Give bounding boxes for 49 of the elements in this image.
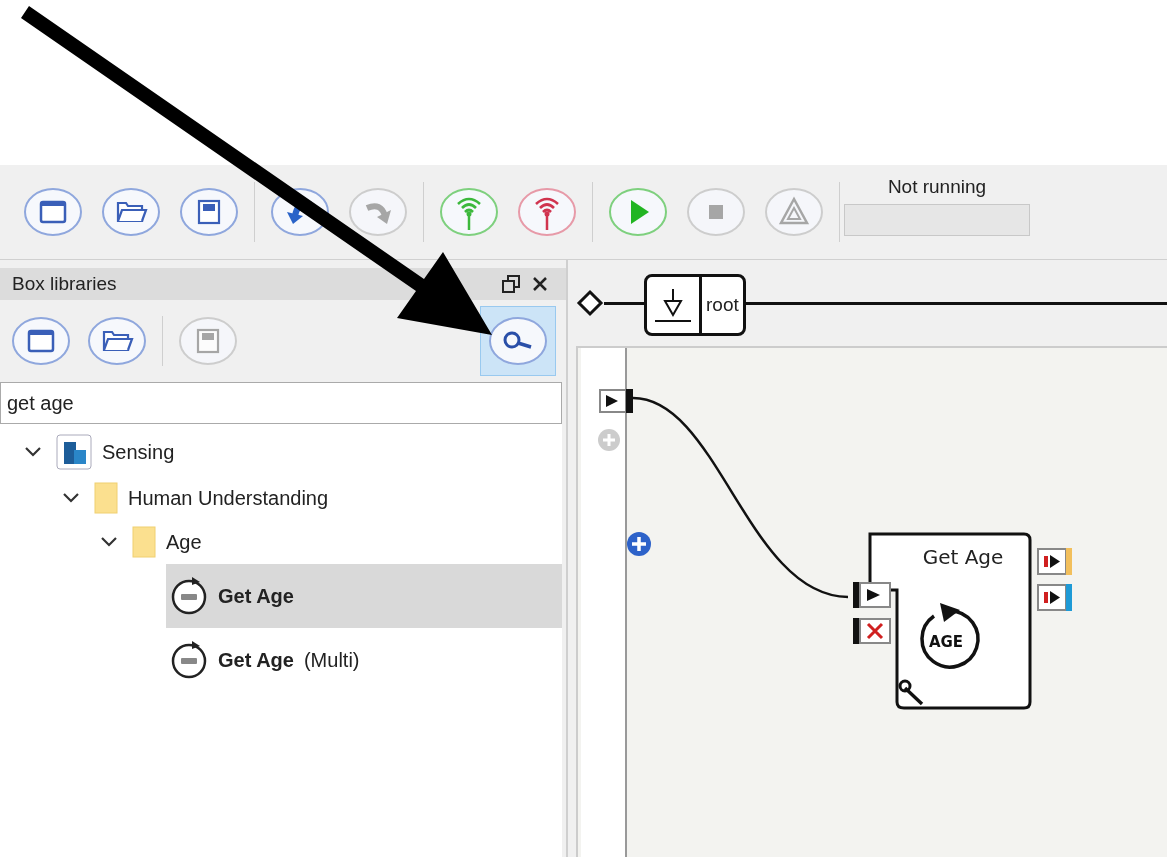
panel-title: Box libraries — [12, 273, 118, 295]
save-button[interactable] — [178, 186, 240, 238]
age-box-icon — [170, 577, 208, 615]
tree-item[interactable]: Get Age (Multi) — [166, 628, 562, 692]
float-icon — [502, 275, 520, 293]
input-port[interactable] — [599, 389, 633, 413]
save-icon — [178, 186, 240, 238]
status-text: Not running — [887, 176, 987, 198]
open-button[interactable] — [100, 186, 162, 238]
chevron-down-icon[interactable] — [100, 536, 118, 548]
output-port[interactable] — [1037, 548, 1072, 575]
save-icon — [177, 315, 239, 367]
new-icon — [22, 186, 84, 238]
connect-icon — [438, 186, 500, 238]
tree-item[interactable]: Human Understanding — [90, 476, 562, 520]
new-button[interactable] — [22, 186, 84, 238]
box-node[interactable] — [868, 532, 1032, 710]
tree-item[interactable]: Age — [128, 520, 562, 564]
add-icon[interactable] — [627, 532, 651, 556]
play-icon — [607, 186, 669, 238]
new-icon — [10, 315, 72, 367]
folder-icon — [132, 526, 156, 558]
warning-icon — [763, 186, 825, 238]
library-icon — [56, 434, 92, 470]
chevron-down-icon[interactable] — [62, 492, 80, 504]
input-port[interactable] — [853, 582, 891, 608]
tree-item[interactable]: Sensing — [52, 428, 562, 476]
disconnect-button[interactable] — [516, 186, 578, 238]
close-icon — [532, 276, 548, 292]
output-port[interactable] — [1037, 584, 1072, 611]
wrench-icon[interactable] — [898, 679, 924, 706]
new-button[interactable] — [10, 315, 72, 367]
stop-port[interactable] — [853, 618, 891, 644]
search-icon — [487, 315, 549, 367]
tree-item[interactable]: Get Age — [166, 564, 562, 628]
disconnect-icon — [516, 186, 578, 238]
open-icon — [100, 186, 162, 238]
folder-icon — [94, 482, 118, 514]
play-button[interactable] — [607, 186, 669, 238]
search-field[interactable]: get age — [0, 382, 562, 424]
redo-icon — [347, 186, 409, 238]
chevron-down-icon[interactable] — [24, 446, 42, 458]
box-title: Get Age — [922, 545, 1004, 569]
search-button[interactable] — [480, 306, 556, 376]
open-icon — [86, 315, 148, 367]
age-box-icon — [170, 641, 208, 679]
breadcrumb[interactable]: root — [644, 274, 746, 336]
open-button[interactable] — [86, 315, 148, 367]
stop-icon — [685, 186, 747, 238]
